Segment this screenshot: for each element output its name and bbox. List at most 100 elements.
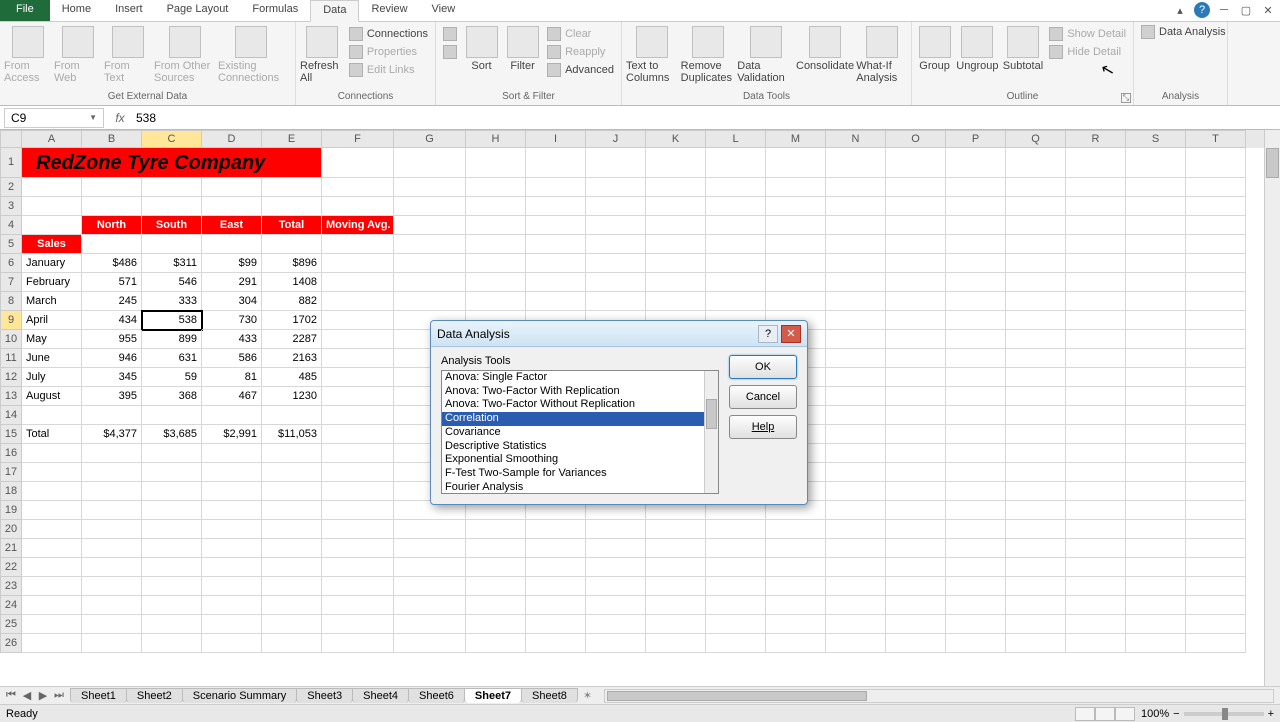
tab-page-layout[interactable]: Page Layout xyxy=(155,0,241,21)
select-all-corner[interactable] xyxy=(0,130,22,148)
zoom-out-icon[interactable]: − xyxy=(1173,708,1179,720)
hide-detail-icon xyxy=(1049,45,1063,59)
subtotal-button[interactable]: Subtotal xyxy=(1002,24,1045,72)
list-item[interactable]: Anova: Single Factor xyxy=(442,371,704,385)
list-item[interactable]: Anova: Two-Factor Without Replication xyxy=(442,398,704,412)
data-analysis-dialog: Data Analysis ? ✕ Analysis Tools Anova: … xyxy=(430,320,808,505)
chevron-down-icon[interactable]: ▼ xyxy=(89,113,97,122)
outline-dialog-launcher[interactable]: ⤡ xyxy=(1121,93,1131,103)
remove-duplicates-button[interactable]: Remove Duplicates xyxy=(681,24,736,84)
tab-review[interactable]: Review xyxy=(359,0,419,21)
connections-button[interactable]: Connections xyxy=(346,26,431,42)
consolidate-button[interactable]: Consolidate xyxy=(796,24,855,72)
sort-desc-icon xyxy=(443,45,457,59)
row-headers[interactable]: 1234567891011121314151617181920212223242… xyxy=(0,148,22,653)
close-icon[interactable]: ✕ xyxy=(1260,2,1276,18)
list-item[interactable]: Covariance xyxy=(442,426,704,440)
dialog-help-icon[interactable]: ? xyxy=(758,325,778,343)
reapply-button[interactable]: Reapply xyxy=(544,44,617,60)
sheet-tab[interactable]: Sheet6 xyxy=(408,688,465,703)
horizontal-scrollbar[interactable] xyxy=(604,689,1274,703)
tab-file[interactable]: File xyxy=(0,0,50,21)
filter-button[interactable]: Filter xyxy=(503,24,542,72)
tab-insert[interactable]: Insert xyxy=(103,0,155,21)
view-buttons[interactable] xyxy=(1075,707,1135,721)
dialog-titlebar[interactable]: Data Analysis ? ✕ xyxy=(431,321,807,347)
sheet-tab[interactable]: Sheet8 xyxy=(521,688,578,703)
text-to-columns-button[interactable]: Text to Columns xyxy=(626,24,679,84)
sheet-tabs[interactable]: Sheet1Sheet2Scenario SummarySheet3Sheet4… xyxy=(70,688,577,703)
help-icon[interactable]: ? xyxy=(1194,2,1210,18)
cancel-button[interactable]: Cancel xyxy=(729,385,797,409)
column-headers[interactable]: ABCDEFGHIJKLMNOPQRST xyxy=(22,130,1264,148)
connections-icon xyxy=(349,27,363,41)
sheet-tab[interactable]: Sheet7 xyxy=(464,688,522,703)
from-other-button[interactable]: From Other Sources xyxy=(154,24,216,84)
from-access-button[interactable]: From Access xyxy=(4,24,52,84)
new-sheet-icon[interactable]: ✶ xyxy=(577,689,598,702)
status-bar: Ready 100% − + xyxy=(0,704,1280,722)
zoom-control[interactable]: 100% − + xyxy=(1141,708,1274,720)
sort-asc-icon xyxy=(443,27,457,41)
zoom-slider[interactable] xyxy=(1184,712,1264,716)
sheet-tab[interactable]: Scenario Summary xyxy=(182,688,298,703)
name-box[interactable]: C9▼ xyxy=(4,108,104,128)
advanced-button[interactable]: Advanced xyxy=(544,62,617,78)
sheet-tab[interactable]: Sheet3 xyxy=(296,688,353,703)
minimize-ribbon-icon[interactable]: ▴ xyxy=(1172,2,1188,18)
listbox-label: Analysis Tools xyxy=(441,355,719,367)
list-item[interactable]: Descriptive Statistics xyxy=(442,440,704,454)
vertical-scrollbar[interactable] xyxy=(1264,130,1280,686)
whatif-button[interactable]: What-If Analysis xyxy=(856,24,907,84)
list-item[interactable]: Fourier Analysis xyxy=(442,481,704,494)
tab-home[interactable]: Home xyxy=(50,0,103,21)
listbox-scrollbar[interactable] xyxy=(704,371,718,493)
tab-data[interactable]: Data xyxy=(310,0,359,22)
existing-conn-button[interactable]: Existing Connections xyxy=(218,24,284,84)
minimize-icon[interactable]: ─ xyxy=(1216,2,1232,18)
group-analysis: Analysis xyxy=(1138,91,1223,103)
properties-button[interactable]: Properties xyxy=(346,44,431,60)
ungroup-button[interactable]: Ungroup xyxy=(955,24,1000,72)
from-text-button[interactable]: From Text xyxy=(104,24,152,84)
clear-button[interactable]: Clear xyxy=(544,26,617,42)
zoom-in-icon[interactable]: + xyxy=(1268,708,1274,720)
hide-detail-button[interactable]: Hide Detail xyxy=(1046,44,1129,60)
help-button[interactable]: Help xyxy=(729,415,797,439)
status-text: Ready xyxy=(6,708,38,720)
ok-button[interactable]: OK xyxy=(729,355,797,379)
data-analysis-button[interactable]: Data Analysis xyxy=(1138,24,1229,40)
reapply-icon xyxy=(547,45,561,59)
refresh-all-button[interactable]: Refresh All xyxy=(300,24,344,84)
advanced-icon xyxy=(547,63,561,77)
sheet-nav[interactable]: ⏮◀▶⏭ xyxy=(0,689,70,702)
list-item[interactable]: F-Test Two-Sample for Variances xyxy=(442,467,704,481)
sort-desc-button[interactable] xyxy=(440,44,460,60)
fx-icon[interactable]: fx xyxy=(108,111,132,125)
group-button[interactable]: Group xyxy=(916,24,953,72)
formula-input[interactable]: 538 xyxy=(132,109,1280,127)
dialog-title: Data Analysis xyxy=(437,327,510,341)
from-web-button[interactable]: From Web xyxy=(54,24,102,84)
group-connections: Connections xyxy=(300,91,431,103)
ribbon: From Access From Web From Text From Othe… xyxy=(0,22,1280,106)
show-detail-button[interactable]: Show Detail xyxy=(1046,26,1129,42)
tab-formulas[interactable]: Formulas xyxy=(240,0,310,21)
sheet-tab[interactable]: Sheet4 xyxy=(352,688,409,703)
analysis-tools-listbox[interactable]: Anova: Single FactorAnova: Two-Factor Wi… xyxy=(441,370,719,494)
ribbon-tabs: File Home Insert Page Layout Formulas Da… xyxy=(0,0,1280,22)
edit-links-button[interactable]: Edit Links xyxy=(346,62,431,78)
sort-button[interactable]: Sort xyxy=(462,24,501,72)
sheet-tab[interactable]: Sheet2 xyxy=(126,688,183,703)
sort-asc-button[interactable] xyxy=(440,26,460,42)
dialog-close-icon[interactable]: ✕ xyxy=(781,325,801,343)
sheet-tab[interactable]: Sheet1 xyxy=(70,688,127,703)
list-item[interactable]: Exponential Smoothing xyxy=(442,453,704,467)
list-item[interactable]: Anova: Two-Factor With Replication xyxy=(442,385,704,399)
restore-icon[interactable]: ▢ xyxy=(1238,2,1254,18)
data-validation-button[interactable]: Data Validation xyxy=(737,24,794,84)
list-item[interactable]: Correlation xyxy=(442,412,704,426)
properties-icon xyxy=(349,45,363,59)
zoom-level[interactable]: 100% xyxy=(1141,708,1169,720)
tab-view[interactable]: View xyxy=(420,0,468,21)
